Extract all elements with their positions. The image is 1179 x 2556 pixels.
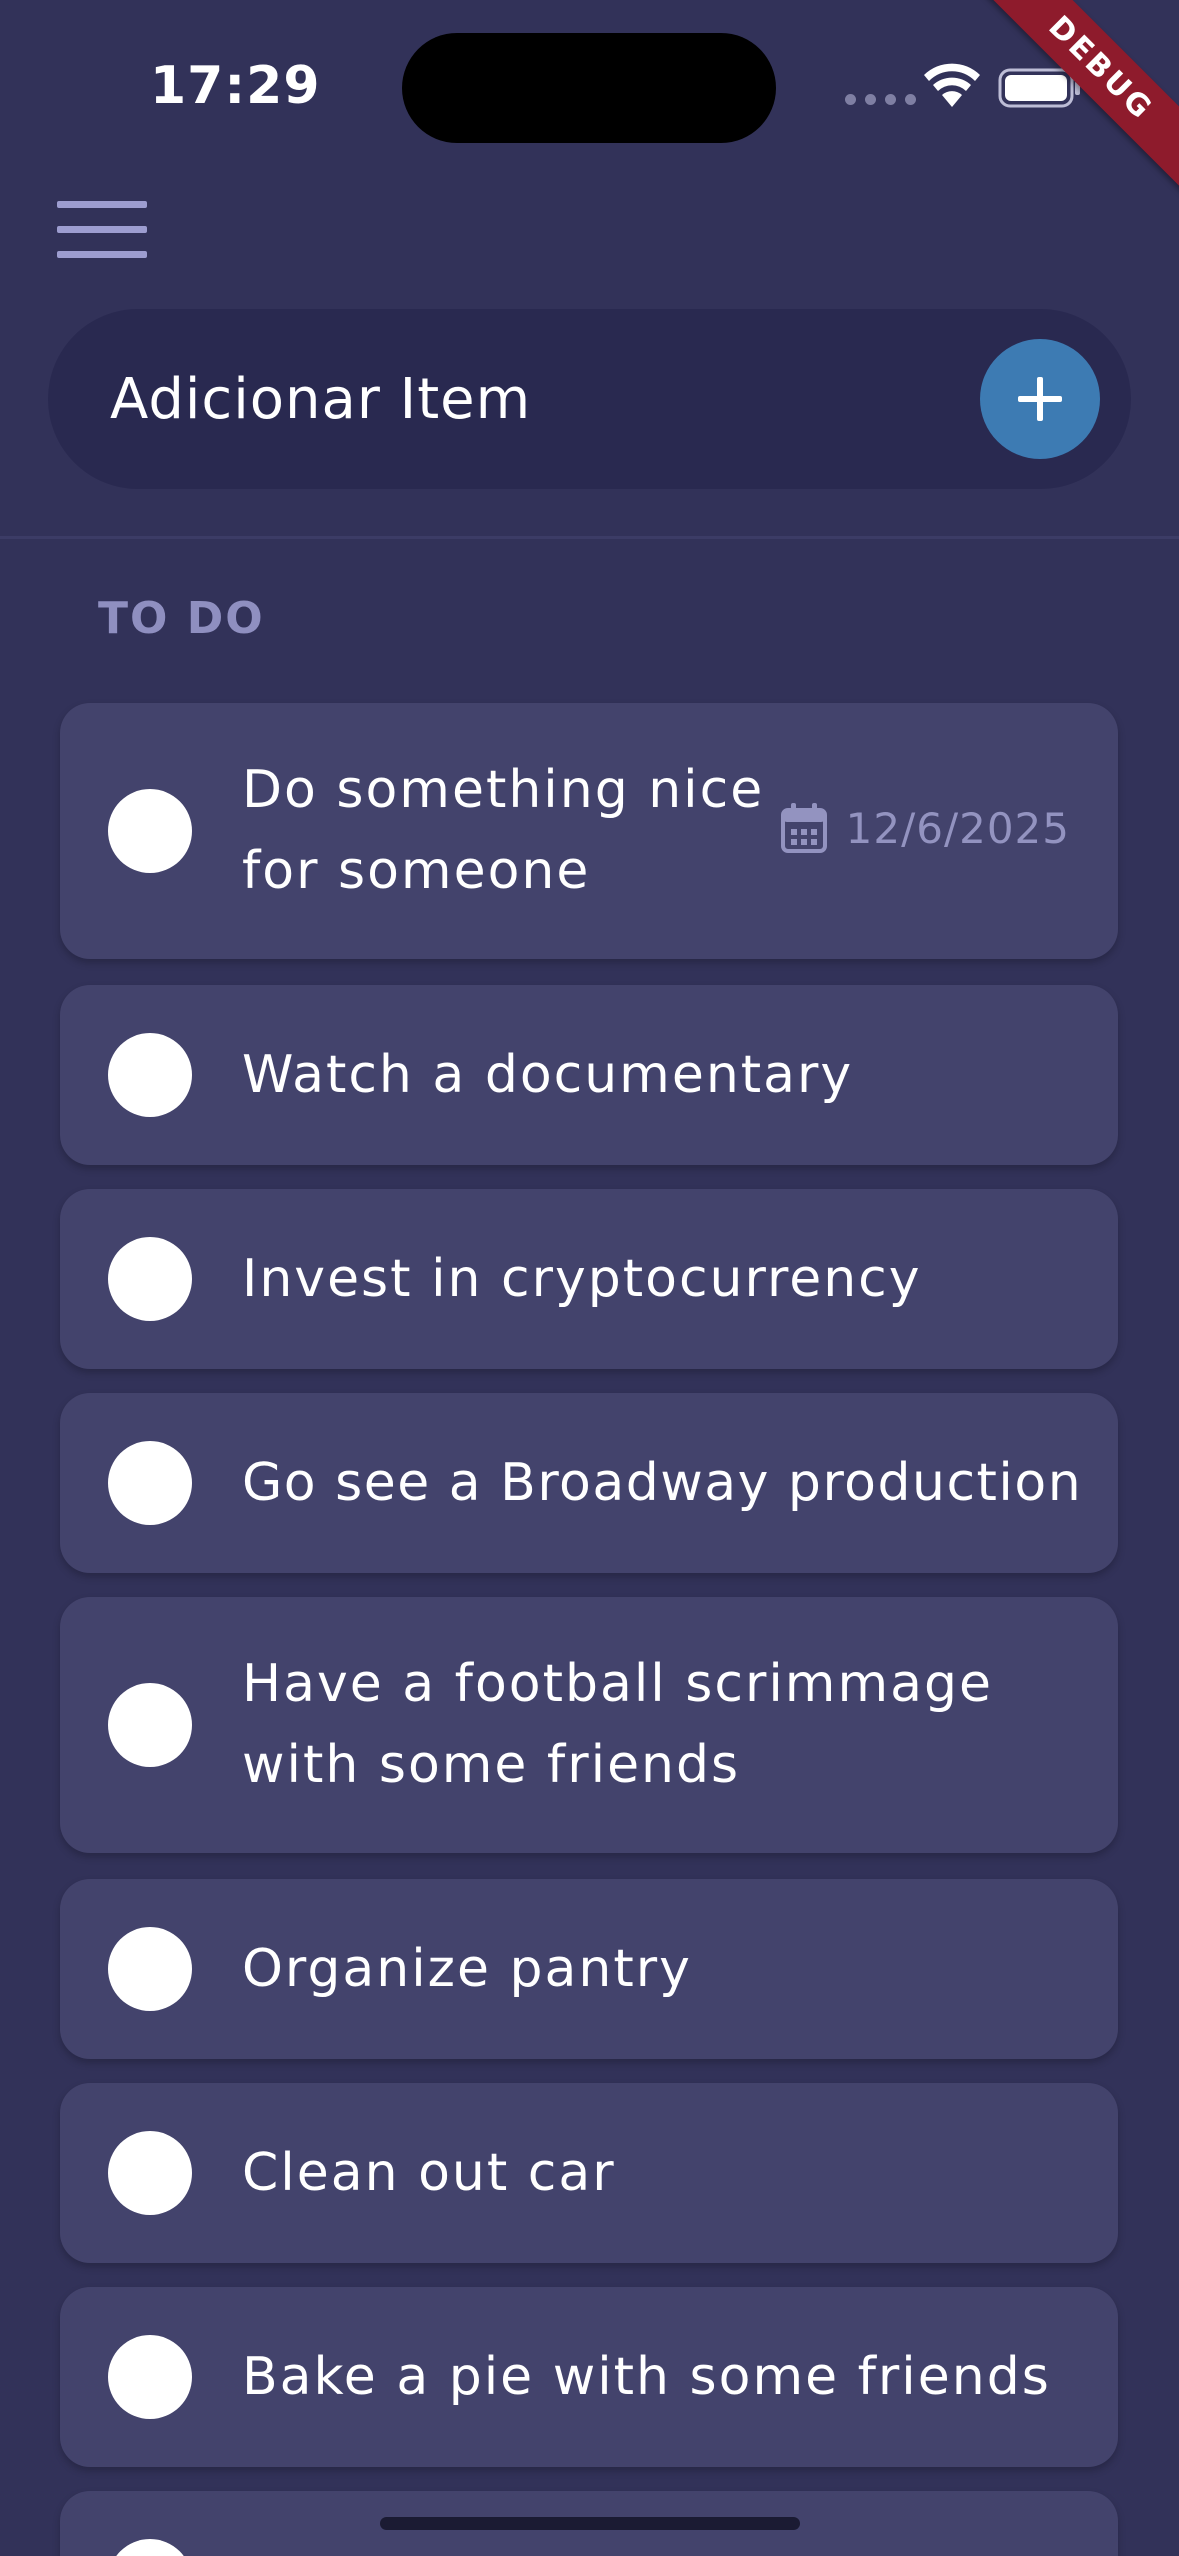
task-text: Clean out car <box>242 2143 616 2203</box>
screen: 17:29 DEBUG TO DO Do something <box>0 0 1179 2556</box>
plus-icon <box>1018 377 1062 421</box>
task-card[interactable]: Invest in cryptocurrency <box>60 1189 1118 1369</box>
task-card[interactable]: Go see a Broadway production <box>60 1393 1118 1573</box>
add-item-input[interactable] <box>110 359 910 439</box>
task-checkbox[interactable] <box>108 789 192 873</box>
task-checkbox[interactable] <box>108 1927 192 2011</box>
section-title: TO DO <box>98 593 265 644</box>
task-text-line: with some friends <box>242 1735 741 1795</box>
task-checkbox[interactable] <box>108 1237 192 1321</box>
task-text: Go see a Broadway production <box>242 1453 1083 1513</box>
task-card[interactable]: Watch a documentary <box>60 985 1118 1165</box>
task-due-date: 12/6/2025 <box>780 802 1070 854</box>
task-text: Watch a documentary <box>242 1045 854 1105</box>
home-indicator[interactable] <box>380 2517 800 2530</box>
cellular-signal-icon <box>845 94 916 105</box>
menu-icon[interactable] <box>57 201 147 261</box>
task-text-line: for someone <box>242 841 591 901</box>
task-card[interactable]: Have a football scrimmage with some frie… <box>60 1597 1118 1853</box>
add-item-button[interactable] <box>980 339 1100 459</box>
task-text: Bake a pie with some friends <box>242 2347 1051 2407</box>
task-checkbox[interactable] <box>108 1441 192 1525</box>
task-card[interactable]: Clean out car <box>60 2083 1118 2263</box>
header-divider <box>0 536 1179 539</box>
task-date-text: 12/6/2025 <box>845 803 1070 853</box>
task-text-line: Have a football scrimmage <box>242 1654 993 1714</box>
task-checkbox[interactable] <box>108 2131 192 2215</box>
status-time: 17:29 <box>150 56 321 116</box>
wifi-icon <box>924 63 980 107</box>
add-item-bar <box>48 309 1131 489</box>
task-text: Do something nice for someone <box>242 750 764 912</box>
task-checkbox[interactable] <box>108 1683 192 1767</box>
dynamic-island <box>402 33 776 143</box>
task-text: Organize pantry <box>242 1939 692 1999</box>
task-checkbox[interactable] <box>108 2335 192 2419</box>
calendar-icon <box>780 803 827 853</box>
task-card[interactable]: Bake a pie with some friends <box>60 2287 1118 2467</box>
task-card[interactable]: Organize pantry <box>60 1879 1118 2059</box>
task-text: Invest in cryptocurrency <box>242 1249 922 1309</box>
task-card[interactable]: Do something nice for someone 12/6/2025 <box>60 703 1118 959</box>
task-checkbox[interactable] <box>108 1033 192 1117</box>
task-text-line: Do something nice <box>242 760 765 820</box>
task-text: Have a football scrimmage with some frie… <box>242 1644 993 1806</box>
task-checkbox[interactable] <box>108 2539 192 2556</box>
